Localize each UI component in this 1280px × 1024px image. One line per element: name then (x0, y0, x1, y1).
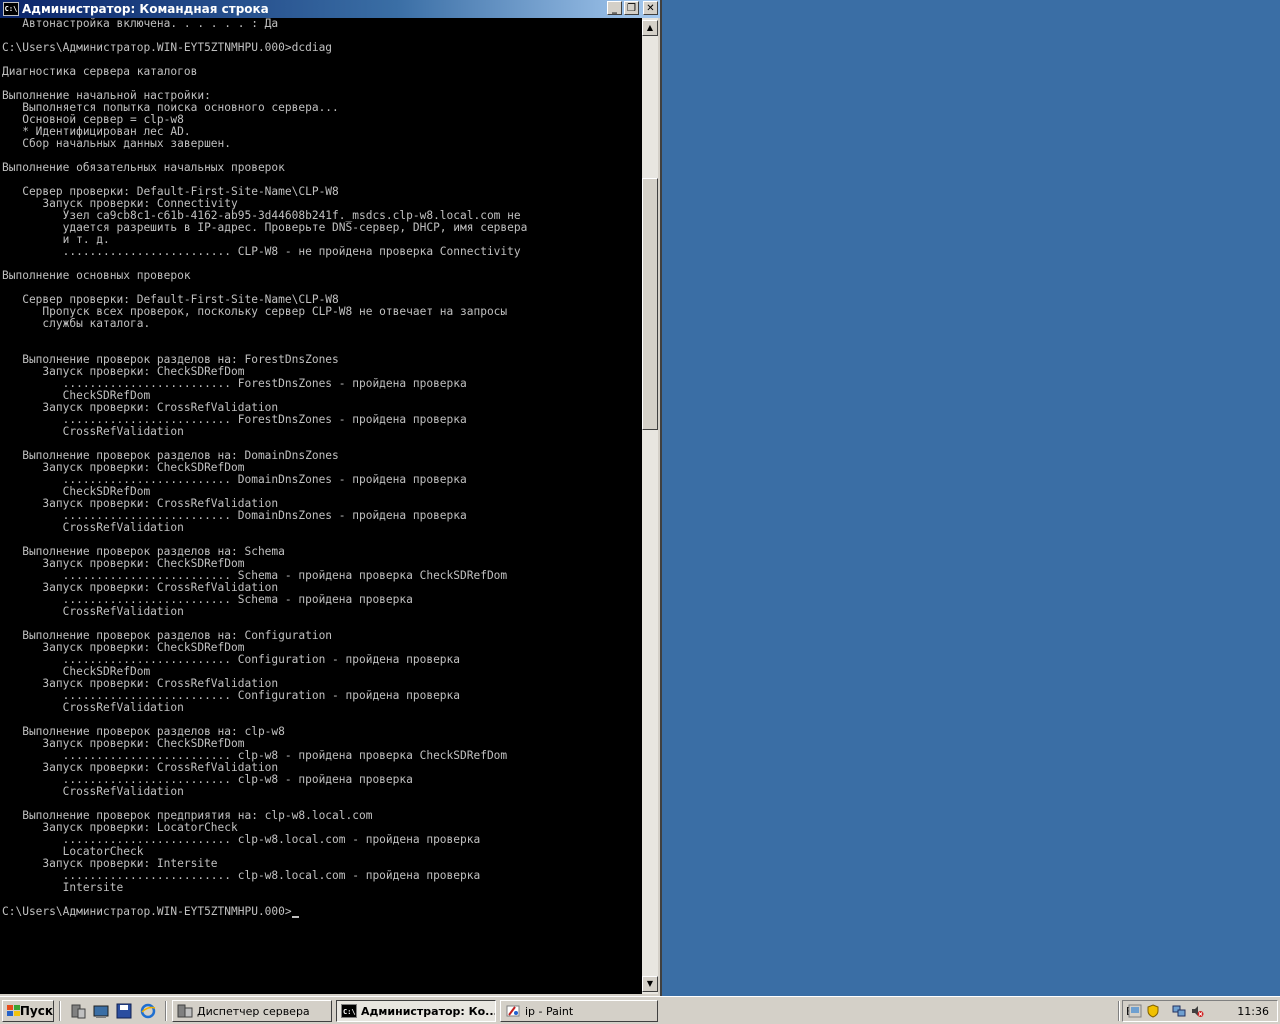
save-disk-icon[interactable] (116, 1003, 132, 1019)
clock[interactable]: 11:36 (1237, 1005, 1269, 1018)
cmd-icon: C:\ (341, 1004, 357, 1018)
show-desktop-icon[interactable] (93, 1003, 109, 1019)
scroll-up-arrow-icon[interactable]: ▲ (642, 20, 658, 36)
window-titlebar[interactable]: C:\ Администратор: Командная строка _ ❐ … (0, 0, 660, 18)
network-tray-icon[interactable] (1128, 1004, 1142, 1018)
maximize-button[interactable]: ❐ (624, 1, 639, 15)
svg-text:C:\: C:\ (343, 1008, 356, 1016)
taskbar: Пуск Диспетчер сервера C:\ Администратор… (0, 996, 1280, 1024)
console-line: CrossRefValidation (2, 425, 184, 438)
windows-logo-icon (7, 1005, 20, 1017)
task-paint[interactable]: ip - Paint (500, 1000, 658, 1022)
task-command-prompt[interactable]: C:\ Администратор: Ко... (336, 1000, 496, 1022)
task-label: ip - Paint (525, 1004, 574, 1018)
console-line: Сбор начальных данных завершен. (2, 137, 232, 150)
console-line: службы каталога. (2, 317, 151, 330)
internet-explorer-icon[interactable] (140, 1003, 156, 1019)
server-manager-icon (177, 1004, 193, 1018)
console-line: Автонастройка включена. . . . . . : Да (2, 18, 279, 30)
task-label: Диспетчер сервера (197, 1004, 310, 1018)
taskbar-separator (1118, 1001, 1120, 1021)
console-line: CrossRefValidation (2, 521, 184, 534)
volume-muted-icon[interactable] (1190, 1004, 1204, 1018)
console-line: CrossRefValidation (2, 701, 184, 714)
network-connection-icon[interactable] (1172, 1004, 1186, 1018)
scroll-down-arrow-icon[interactable]: ▼ (642, 976, 658, 992)
console-line: CrossRefValidation (2, 605, 184, 618)
console-line: C:\Users\Администратор.WIN-EYT5ZTNMHPU.0… (0, 906, 642, 918)
minimize-button[interactable]: _ (607, 1, 622, 15)
paint-icon (506, 1005, 520, 1017)
start-label: Пуск (19, 1004, 53, 1018)
console-output[interactable]: Автонастройка включена. . . . . . : Да C:… (0, 18, 642, 994)
console-line: Выполнение основных проверок (2, 269, 191, 282)
taskbar-separator (165, 1001, 167, 1021)
text-cursor (291, 916, 299, 918)
cmd-icon: C:\ (3, 2, 19, 16)
console-line: ......................... CLP-W8 - не пр… (2, 245, 521, 258)
vertical-scrollbar[interactable]: ▲ ▼ (642, 18, 658, 994)
task-label: Администратор: Ко... (361, 1004, 496, 1018)
security-shield-icon[interactable] (1146, 1004, 1160, 1018)
console-line: CrossRefValidation (2, 785, 184, 798)
task-server-manager[interactable]: Диспетчер сервера (172, 1000, 332, 1022)
console-line: Диагностика сервера каталогов (2, 65, 198, 78)
taskbar-separator (59, 1001, 61, 1021)
console-line: Выполнение обязательных начальных провер… (2, 161, 285, 174)
window-title: Администратор: Командная строка (22, 2, 269, 16)
scroll-thumb[interactable] (642, 178, 658, 430)
console-line: Intersite (2, 881, 124, 894)
server-manager-quicklaunch-icon[interactable] (70, 1003, 86, 1019)
cmd-window[interactable]: C:\ Администратор: Командная строка _ ❐ … (0, 0, 662, 996)
system-tray: 11:36 (1122, 1000, 1278, 1022)
start-button[interactable]: Пуск (2, 1000, 54, 1022)
close-button[interactable]: ✕ (643, 1, 658, 15)
console-line: C:\Users\Администратор.WIN-EYT5ZTNMHPU.0… (2, 41, 333, 54)
